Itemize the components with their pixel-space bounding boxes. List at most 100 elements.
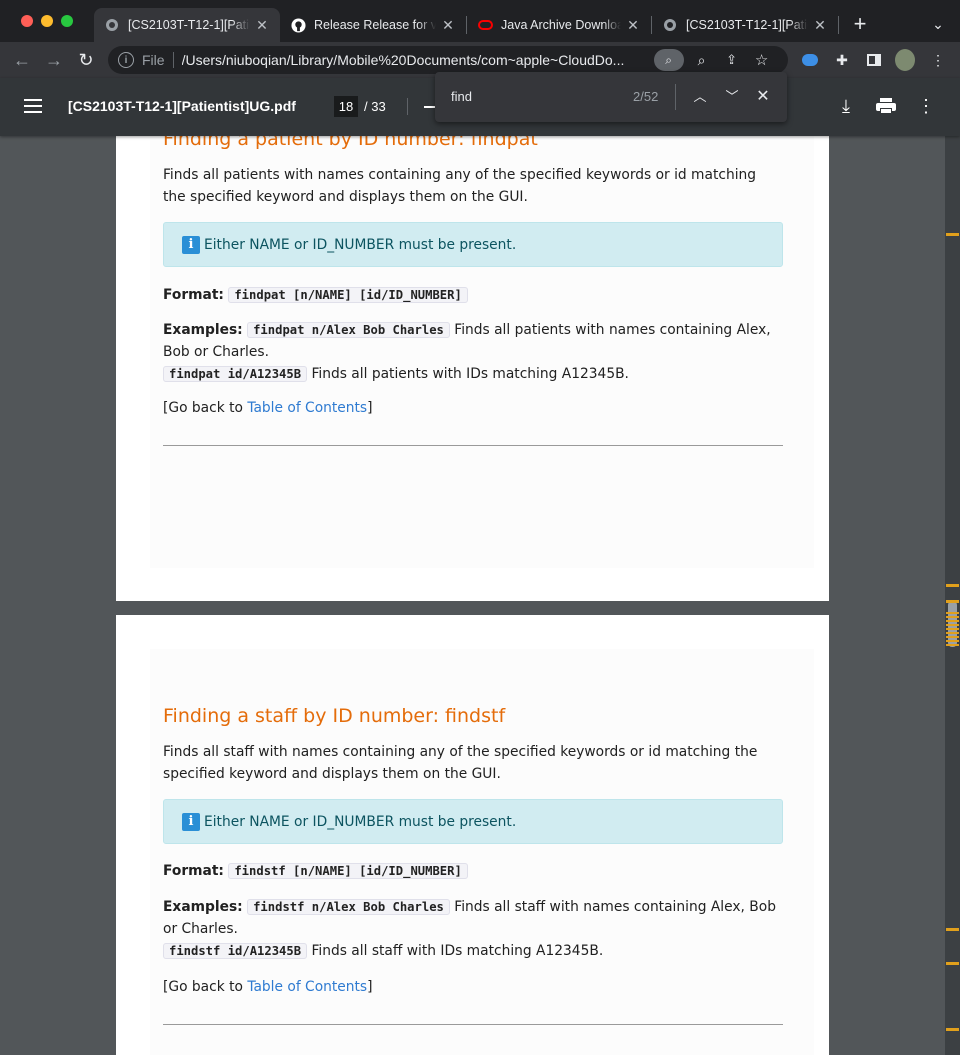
new-tab-button[interactable]: + [850,12,870,36]
close-icon[interactable]: ✕ [625,17,641,34]
find-marker [946,962,959,965]
find-marker [946,1028,959,1031]
url-scheme: File [142,52,165,68]
example-2: findstf id/A12345B Finds all staff with … [163,940,783,962]
format-label: Format: [163,287,224,303]
tab-search-chevron-icon[interactable]: ⌄ [926,12,950,36]
tab-patientist-ug-2[interactable]: [CS2103T-T12-1][Patientist]UG.pdf ✕ [652,8,838,42]
section-divider [163,1024,783,1025]
kebab-menu-icon[interactable]: ⋮ [928,50,948,70]
toolbar-divider [407,98,408,115]
example-text: Finds all patients with IDs matching A12… [311,366,629,382]
find-input[interactable]: find [451,89,472,104]
find-match-count: 2/52 [633,89,659,104]
pdf-scrollbar[interactable] [945,136,960,1055]
globe-icon [104,17,120,33]
url-text: /Users/niuboqian/Library/Mobile%20Docume… [181,52,625,68]
close-window-button[interactable] [21,15,33,27]
tab-release[interactable]: Release Release for v1.4 ✕ [280,8,466,42]
close-icon[interactable]: ✕ [254,17,270,34]
chevron-up-icon[interactable]: ︿ [692,86,708,106]
info-alert: i Either NAME or ID_NUMBER must be prese… [163,799,783,844]
back-to-toc: [Go back to Table of Contents] [163,397,783,419]
icloud-extension-icon[interactable] [800,50,820,70]
print-icon[interactable] [876,98,896,114]
find-divider [675,84,676,110]
example-1: Examples: findstf n/Alex Bob Charles Fin… [163,896,783,940]
pdf-title: [CS2103T-T12-1][Patientist]UG.pdf [68,98,296,114]
format-line: Format: findstf [n/NAME] [id/ID_NUMBER] [163,860,783,882]
example-1: Examples: findpat n/Alex Bob Charles Fin… [163,319,783,363]
section-description: Finds all patients with names containing… [163,167,757,205]
hamburger-menu-icon[interactable] [24,99,42,113]
tab-java-archive[interactable]: Java Archive Downloads ✕ [467,8,651,42]
info-icon: i [182,235,200,254]
toc-link[interactable]: Table of Contents [247,400,367,416]
globe-icon [662,17,678,33]
info-alert: i Either NAME or ID_NUMBER must be prese… [163,222,783,267]
profile-avatar[interactable] [895,49,915,71]
pdf-page: Finding a staff by ID number: findstf Fi… [116,615,829,1055]
examples-label: Examples: [163,899,243,915]
example-code: findstf id/A12345B [163,943,308,959]
findstf-section: Finding a staff by ID number: findstf Fi… [163,703,783,1025]
toc-link[interactable]: Table of Contents [247,979,367,995]
section-heading: Finding a staff by ID number: findstf [163,705,506,727]
find-marker [946,928,959,931]
zoom-window-button[interactable] [61,15,73,27]
find-marker [946,233,959,236]
back-suffix: ] [367,400,373,416]
alert-text: Either NAME or ID_NUMBER must be present… [204,236,517,253]
find-marker [946,600,959,603]
forward-arrow-icon[interactable]: → [42,48,66,72]
download-icon[interactable]: ⤓ [836,96,856,116]
format-label: Format: [163,863,224,879]
back-prefix: [Go back to [163,979,248,995]
back-to-toc: [Go back to Table of Contents] [163,976,783,998]
github-icon [290,17,306,33]
bookmark-star-icon[interactable]: ☆ [752,51,772,69]
example-code: findstf n/Alex Bob Charles [247,899,450,915]
format-code: findstf [n/NAME] [id/ID_NUMBER] [228,863,468,879]
share-icon[interactable]: ⇪ [722,52,742,68]
more-options-icon[interactable]: ⋮ [916,96,936,116]
find-marker [946,584,959,587]
tab-title: [CS2103T-T12-1][Patientist]UG.pdf [686,18,808,32]
alert-text: Either NAME or ID_NUMBER must be present… [204,813,517,830]
section-divider [163,445,783,446]
find-bar: find 2/52 ︿ ﹀ ✕ [435,72,787,122]
close-icon[interactable]: ✕ [812,17,828,34]
address-bar[interactable]: i File /Users/niuboqian/Library/Mobile%2… [108,46,788,74]
find-in-page-icon[interactable]: ⌕ [653,49,684,71]
close-icon[interactable]: ✕ [440,17,456,34]
pdf-page: Finding a patient by ID number: findpat … [116,120,829,601]
reload-icon[interactable]: ↻ [74,48,98,72]
example-text: Finds all staff with IDs matching A12345… [311,943,604,959]
side-panel-icon[interactable] [864,50,884,70]
close-find-icon[interactable]: ✕ [755,86,771,106]
minimize-window-button[interactable] [41,15,53,27]
extensions-puzzle-icon[interactable]: ✚ [832,50,852,70]
format-code: findpat [n/NAME] [id/ID_NUMBER] [228,287,468,303]
zoom-icon[interactable]: ⌕ [692,52,712,69]
info-icon: i [182,812,200,831]
oracle-icon [477,17,493,33]
page-total: / 33 [364,99,386,114]
findpat-section: Finding a patient by ID number: findpat … [163,126,783,446]
back-suffix: ] [367,979,373,995]
chevron-down-icon[interactable]: ﹀ [724,86,740,106]
find-marker [946,612,959,646]
info-icon[interactable]: i [118,52,134,68]
back-arrow-icon[interactable]: ← [10,48,34,72]
section-description: Finds all staff with names containing an… [163,744,758,782]
tab-separator [838,16,839,34]
page-number-input[interactable]: 18 [334,96,358,117]
tab-title: [CS2103T-T12-1][Patientist]UG.pdf [128,18,250,32]
url-divider [172,52,174,68]
tab-title: Release Release for v1.4 [314,18,436,32]
tab-patientist-ug[interactable]: [CS2103T-T12-1][Patientist]UG.pdf ✕ [94,8,280,42]
example-code: findpat id/A12345B [163,366,308,382]
back-prefix: [Go back to [163,400,248,416]
format-line: Format: findpat [n/NAME] [id/ID_NUMBER] [163,284,783,306]
tab-title: Java Archive Downloads [501,18,621,32]
